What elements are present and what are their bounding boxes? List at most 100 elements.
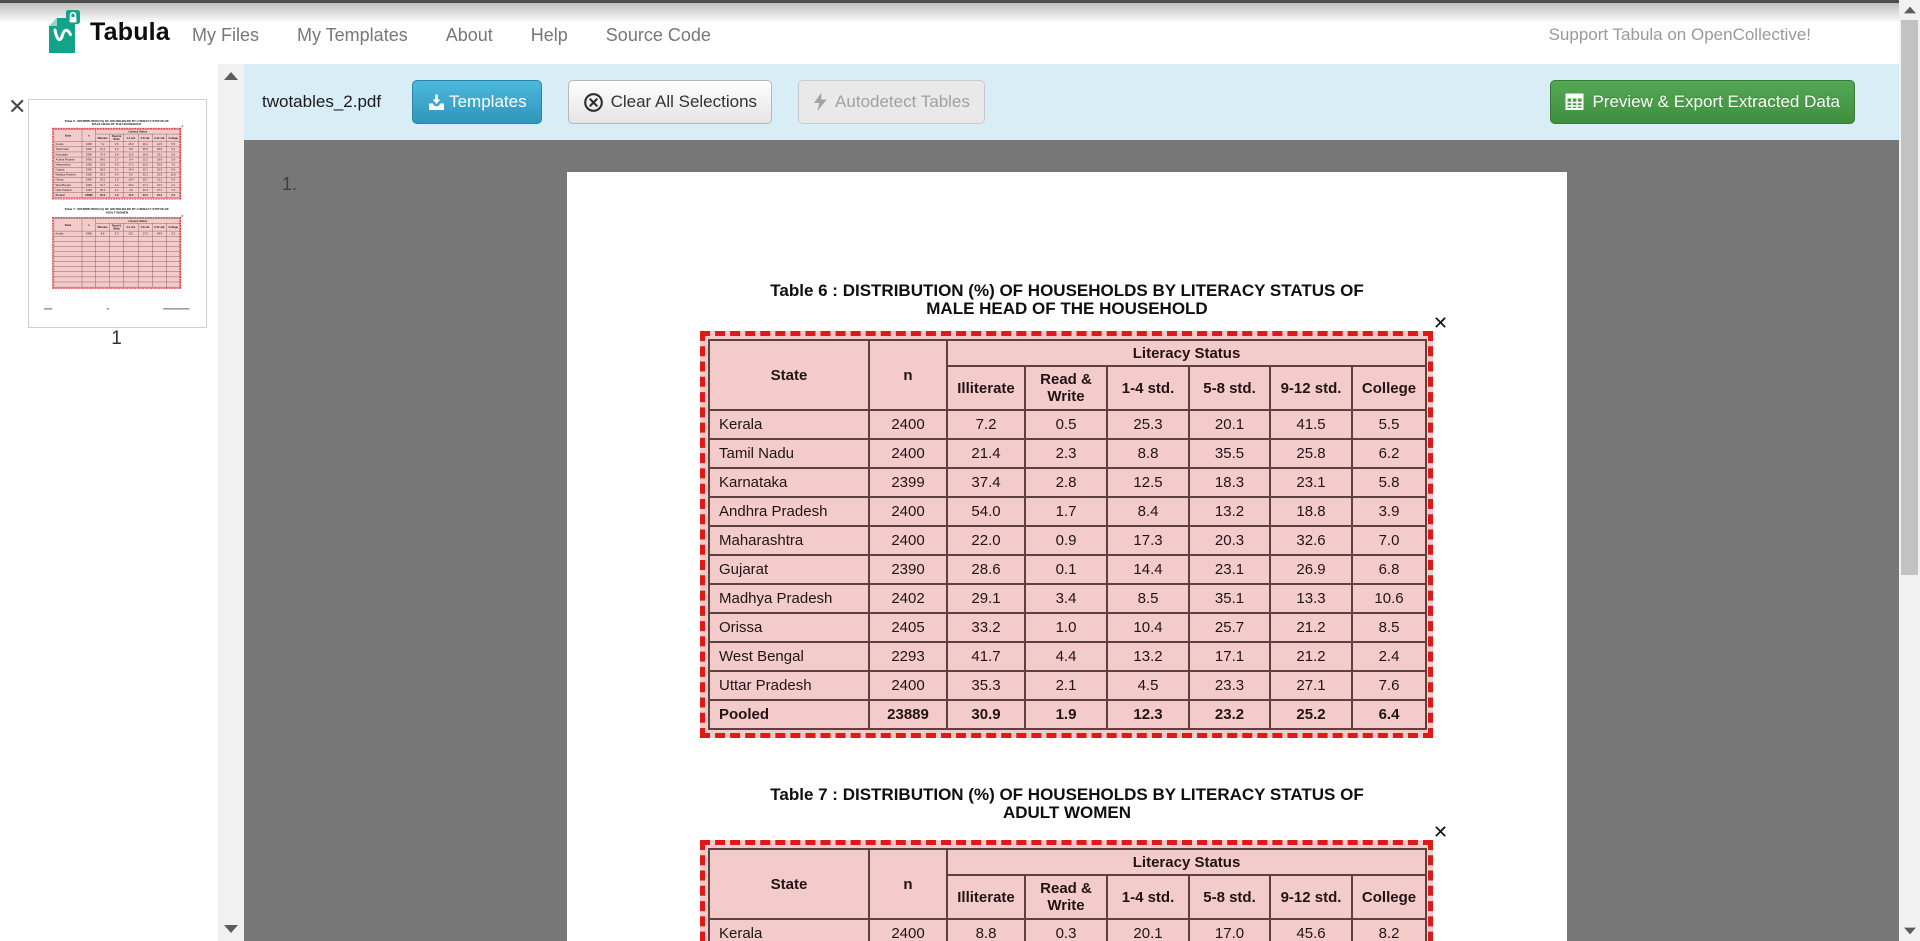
table-cell: 54.0 [947,497,1025,526]
table-cell: 8.2 [1352,919,1426,941]
table6: State n Literacy Status IlliterateRead &… [708,339,1427,730]
table-header-cell: 1-4 std. [1107,366,1189,410]
scroll-down-icon[interactable] [1904,928,1916,935]
table-cell: 8.8 [947,919,1025,941]
table-cell: 2.1 [1025,671,1107,700]
table6-selection[interactable]: State n Literacy Status IlliterateRead &… [700,331,1433,738]
sidebar-scroll-up-icon[interactable] [224,72,238,80]
table-cell: 2402 [869,584,947,613]
table-cell: 1.0 [1025,613,1107,642]
table6-close-icon[interactable]: ✕ [1433,314,1448,332]
nav-item-about[interactable]: About [446,25,493,46]
table-cell: 45.6 [1270,919,1352,941]
table-cell: 23.1 [1270,468,1352,497]
brand-link[interactable]: Tabula [45,9,170,55]
table-header-cell: Illiterate [947,366,1025,410]
table-cell: 17.0 [1189,919,1270,941]
table-cell: West Bengal [709,642,869,671]
table6-title-line2: MALE HEAD OF THE HOUSEHOLD [567,300,1567,318]
table-row: Orissa 2405 33.2 1.0 10.4 25.7 21.2 8.5 [709,613,1426,642]
table-cell: 17.3 [1107,526,1189,555]
scrollbar-thumb[interactable] [1901,20,1918,575]
scroll-up-icon[interactable] [1904,7,1916,14]
table-cell: 17.1 [1189,642,1270,671]
export-button-label: Preview & Export Extracted Data [1592,92,1840,112]
table-header-cell: 1-4 std. [1107,875,1189,919]
table-header-cell: College [1352,366,1426,410]
table-cell: 8.4 [1107,497,1189,526]
table6-title-line1: Table 6 : DISTRIBUTION (%) OF HOUSEHOLDS… [567,282,1567,300]
page-number-marker: 1. [282,174,297,195]
table-cell: 23889 [869,700,947,729]
table7-close-icon[interactable]: ✕ [1433,823,1448,841]
clear-all-selections-button[interactable]: Clear All Selections [568,80,772,124]
table-header-cell: Read & Write [1025,366,1107,410]
table-cell: 7.0 [1352,526,1426,555]
brand-name: Tabula [90,18,170,47]
table-cell: 4.5 [1107,671,1189,700]
table-row: Maharashtra 2400 22.0 0.9 17.3 20.3 32.6… [709,526,1426,555]
table-cell: 7.6 [1352,671,1426,700]
preview-export-button[interactable]: Preview & Export Extracted Data [1550,80,1855,124]
table-cell: 23.1 [1189,555,1270,584]
table7-title-line2: ADULT WOMEN [567,804,1567,822]
table-cell: 2390 [869,555,947,584]
spreadsheet-icon [1565,93,1585,111]
table-cell: 28.6 [947,555,1025,584]
table-cell: 25.2 [1270,700,1352,729]
table-header-cell: Read & Write [1025,875,1107,919]
nav-item-my-files[interactable]: My Files [192,25,259,46]
remove-page-icon[interactable]: ✕ [8,96,26,118]
table-cell: 25.8 [1270,439,1352,468]
table-cell: 3.4 [1025,584,1107,613]
table-cell: 21.4 [947,439,1025,468]
table-cell: 20.1 [1189,410,1270,439]
table-row: Tamil Nadu 2400 21.4 2.3 8.8 35.5 25.8 6… [709,439,1426,468]
table-cell: 2399 [869,468,947,497]
table-cell: 2.3 [1025,439,1107,468]
table-cell: 2400 [869,526,947,555]
page-thumbnail[interactable]: Table 6 : DISTRIBUTION (%) OF HOUSEHOLDS… [28,99,207,328]
table7-selection[interactable]: State n Literacy Status IlliterateRead &… [700,840,1433,941]
table-cell: 6.2 [1352,439,1426,468]
save-icon [427,93,446,112]
table-cell: 8.5 [1107,584,1189,613]
templates-button-label: Templates [449,92,526,112]
table-cell: Kerala [709,919,869,941]
table-cell: 1.7 [1025,497,1107,526]
table-cell: 6.8 [1352,555,1426,584]
table-cell: 21.2 [1270,642,1352,671]
table-row: Gujarat 2390 28.6 0.1 14.4 23.1 26.9 6.8 [709,555,1426,584]
table-header-cell: Illiterate [947,875,1025,919]
table-header-cell: 9-12 std. [1270,875,1352,919]
support-link[interactable]: Support Tabula on OpenCollective! [1549,6,1811,64]
table-cell: 23.2 [1189,700,1270,729]
table-cell: 33.2 [947,613,1025,642]
sidebar-scrollbar[interactable] [218,64,244,941]
window-scrollbar[interactable] [1899,0,1920,941]
table-row: Madhya Pradesh 2402 29.1 3.4 8.5 35.1 13… [709,584,1426,613]
table-cell: 12.5 [1107,468,1189,497]
pdf-page[interactable]: Table 6 : DISTRIBUTION (%) OF HOUSEHOLDS… [567,172,1567,941]
table-cell: 10.6 [1352,584,1426,613]
table-row: Pooled 23889 30.9 1.9 12.3 23.2 25.2 6.4 [709,700,1426,729]
circle-x-icon [583,92,604,113]
table-cell: 41.7 [947,642,1025,671]
autodetect-tables-button[interactable]: Autodetect Tables [798,80,985,124]
table-cell: 4.4 [1025,642,1107,671]
table7-body: Kerala 2400 8.8 0.3 20.1 17.0 45.6 8.2 [709,919,1426,941]
table-header-cell: College [1352,875,1426,919]
nav-item-source-code[interactable]: Source Code [606,25,711,46]
nav-item-my-templates[interactable]: My Templates [297,25,408,46]
document-filename: twotables_2.pdf [262,92,381,112]
table-cell: 35.3 [947,671,1025,700]
table-cell: 41.5 [1270,410,1352,439]
table-cell: 2400 [869,497,947,526]
table-cell: Madhya Pradesh [709,584,869,613]
table-cell: Maharashtra [709,526,869,555]
table-cell: 2.8 [1025,468,1107,497]
sidebar-scroll-down-icon[interactable] [224,925,238,933]
table-cell: 14.4 [1107,555,1189,584]
templates-button[interactable]: Templates [412,80,541,124]
nav-item-help[interactable]: Help [531,25,568,46]
